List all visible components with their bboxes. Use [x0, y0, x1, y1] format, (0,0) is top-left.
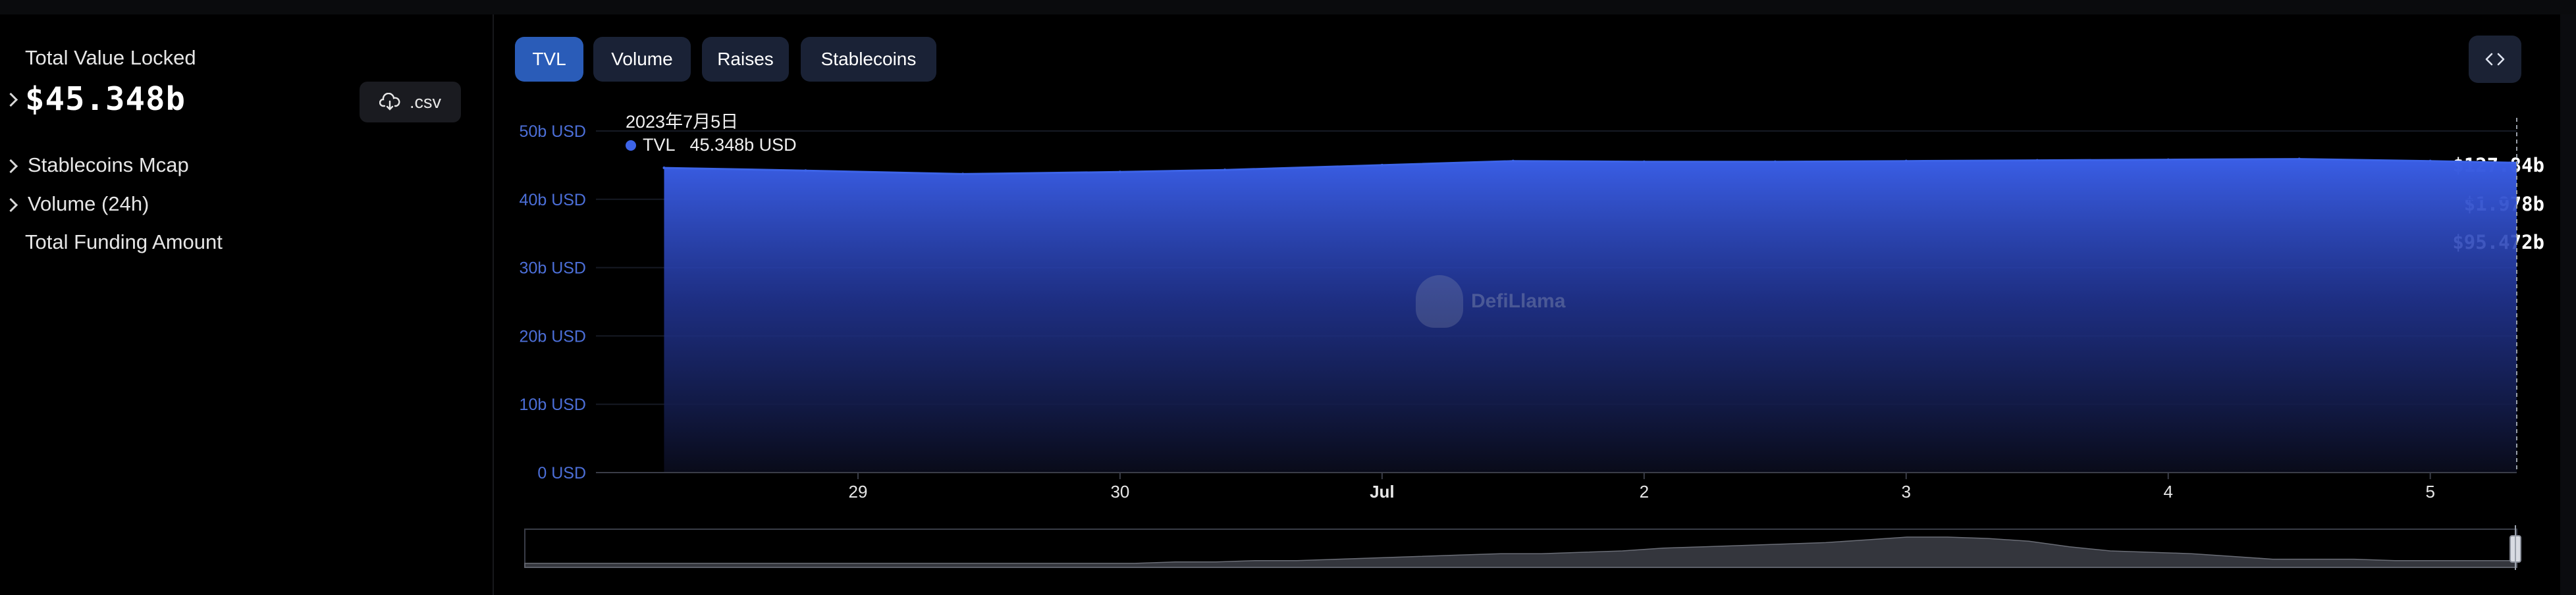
y-tick-label: 20b USD	[520, 327, 586, 346]
tvl-point	[1118, 170, 1121, 174]
tvl-point	[1511, 159, 1515, 163]
tvl-point	[961, 172, 965, 176]
x-tick-label: 30	[1110, 482, 1129, 502]
x-tick-label: 5	[2425, 482, 2434, 502]
tooltip-series-label: TVL	[643, 135, 676, 155]
llama-logo-icon	[1416, 275, 1463, 328]
tvl-point	[662, 167, 666, 170]
tvl-point	[1904, 159, 1908, 163]
x-tick-label: 29	[848, 482, 867, 502]
tvl-point	[1642, 160, 1646, 163]
series-dot-icon	[626, 140, 636, 151]
tvl-point	[2428, 159, 2432, 163]
x-tick-label: Jul	[1370, 482, 1395, 502]
tvl-area	[664, 159, 2517, 473]
watermark-text: DefiLlama	[1471, 290, 1566, 312]
tvl-point	[2297, 157, 2301, 161]
tooltip-series-value: 45.348b USD	[689, 135, 797, 155]
x-tick-label: 2	[1640, 482, 1649, 502]
x-tick-label: 4	[2163, 482, 2172, 502]
y-tick-label: 0 USD	[537, 464, 586, 482]
tvl-point	[804, 169, 807, 172]
overview-area	[524, 536, 2517, 568]
tooltip-date: 2023年7月5日	[626, 112, 739, 132]
tvl-point	[1773, 160, 1777, 163]
tooltip-series-row: TVL 45.348b USD	[626, 135, 797, 155]
tvl-point	[1380, 163, 1383, 167]
y-tick-label: 50b USD	[520, 122, 586, 141]
tvl-point	[2035, 159, 2039, 162]
tvl-point	[2166, 158, 2170, 161]
y-tick-label: 10b USD	[520, 396, 586, 414]
watermark: DefiLlama	[1416, 275, 1565, 328]
x-tick-label: 3	[1902, 482, 1911, 502]
y-tick-label: 40b USD	[520, 191, 586, 209]
y-tick-label: 30b USD	[520, 259, 586, 278]
tvl-point	[1223, 168, 1227, 172]
tvl-chart[interactable]: 50b USD 40b USD 30b USD 20b USD 10b USD 0 USD…	[0, 0, 2576, 595]
